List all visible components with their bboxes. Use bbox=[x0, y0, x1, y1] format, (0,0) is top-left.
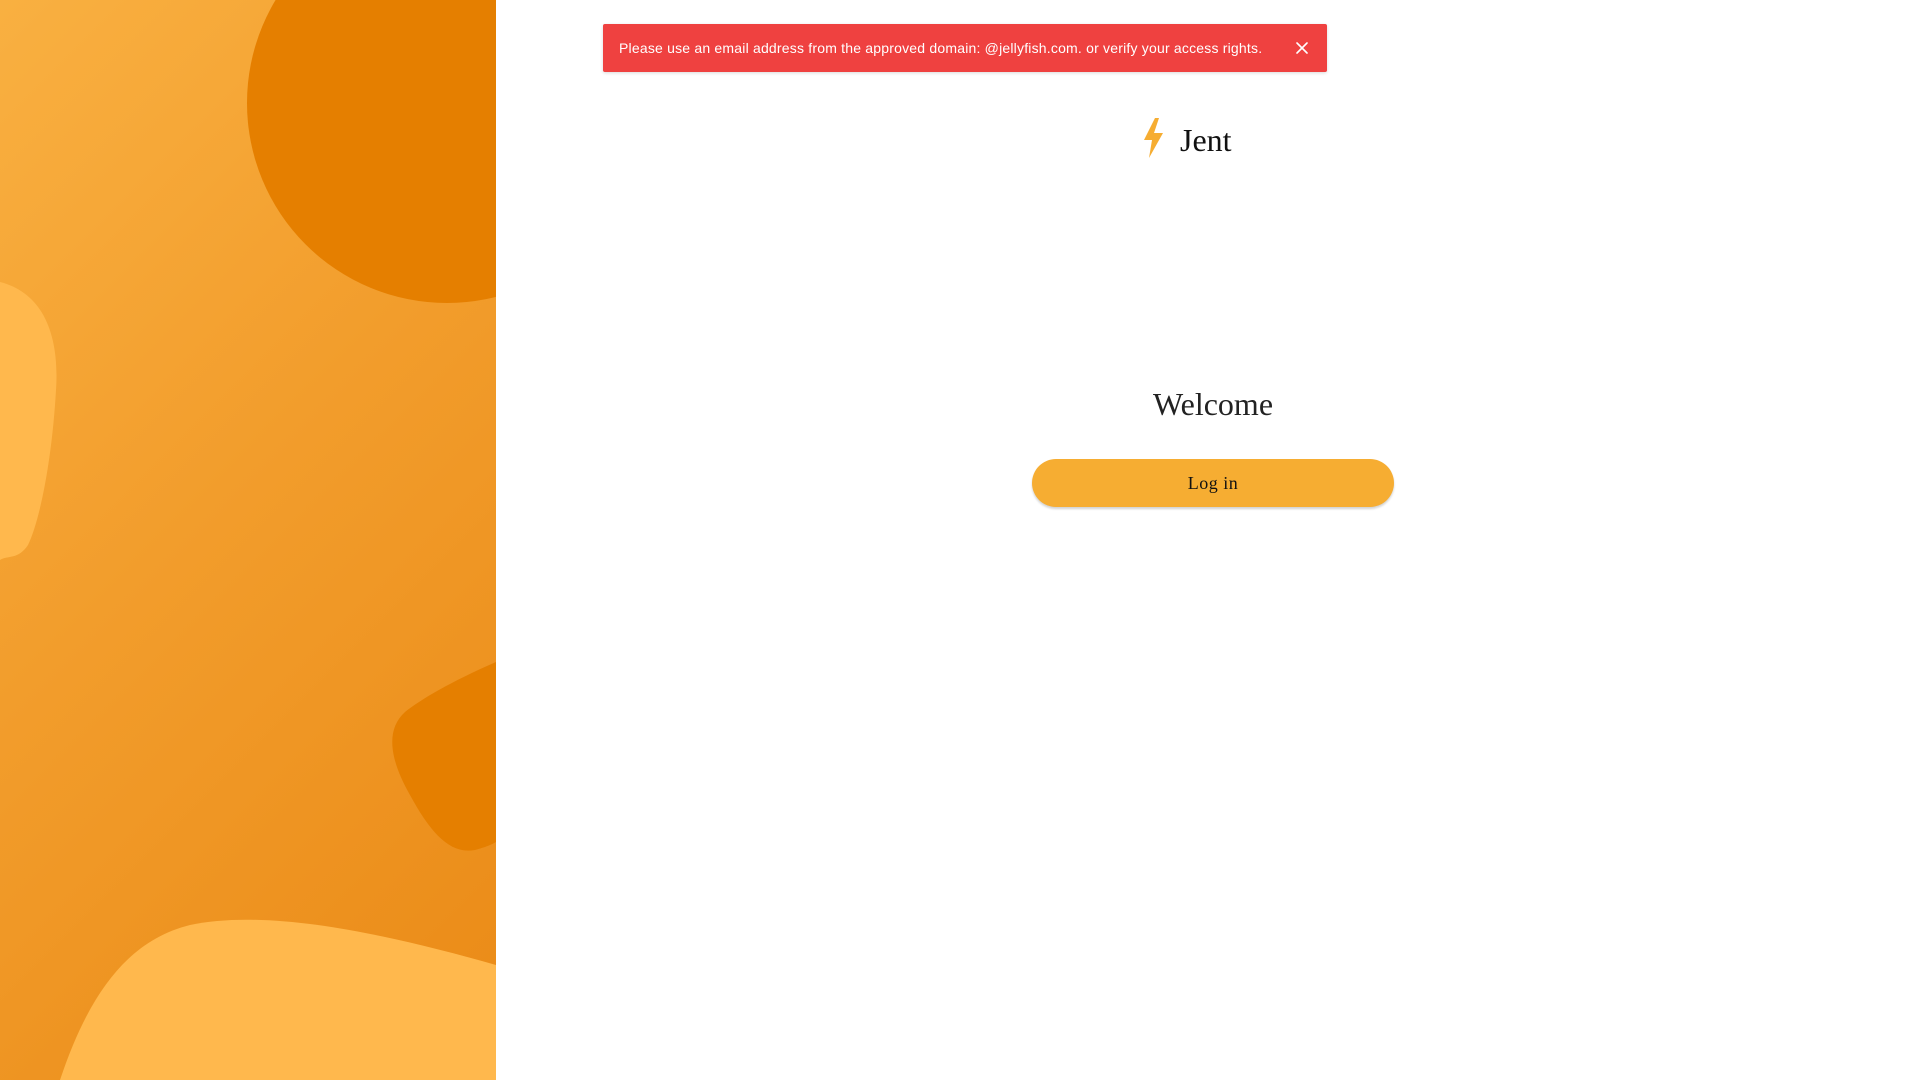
error-alert: Please use an email address from the app… bbox=[603, 24, 1327, 72]
lightning-bolt-icon bbox=[1140, 117, 1166, 164]
brand-logo: Jent bbox=[1140, 117, 1232, 164]
dark-right-blob bbox=[392, 662, 496, 851]
login-button[interactable]: Log in bbox=[1032, 459, 1394, 507]
alert-message: Please use an email address from the app… bbox=[619, 40, 1263, 56]
brand-name: Jent bbox=[1180, 121, 1232, 158]
light-bottom-blob bbox=[60, 919, 496, 1080]
decorative-blobs bbox=[0, 0, 496, 1080]
login-page: Please use an email address from the app… bbox=[0, 0, 1920, 1080]
decorative-side-panel bbox=[0, 0, 496, 1080]
content-panel bbox=[496, 0, 1920, 1080]
close-icon[interactable] bbox=[1293, 39, 1311, 57]
welcome-heading: Welcome bbox=[1152, 386, 1274, 422]
dark-circle-blob bbox=[247, 0, 496, 303]
light-left-blob bbox=[0, 282, 57, 560]
